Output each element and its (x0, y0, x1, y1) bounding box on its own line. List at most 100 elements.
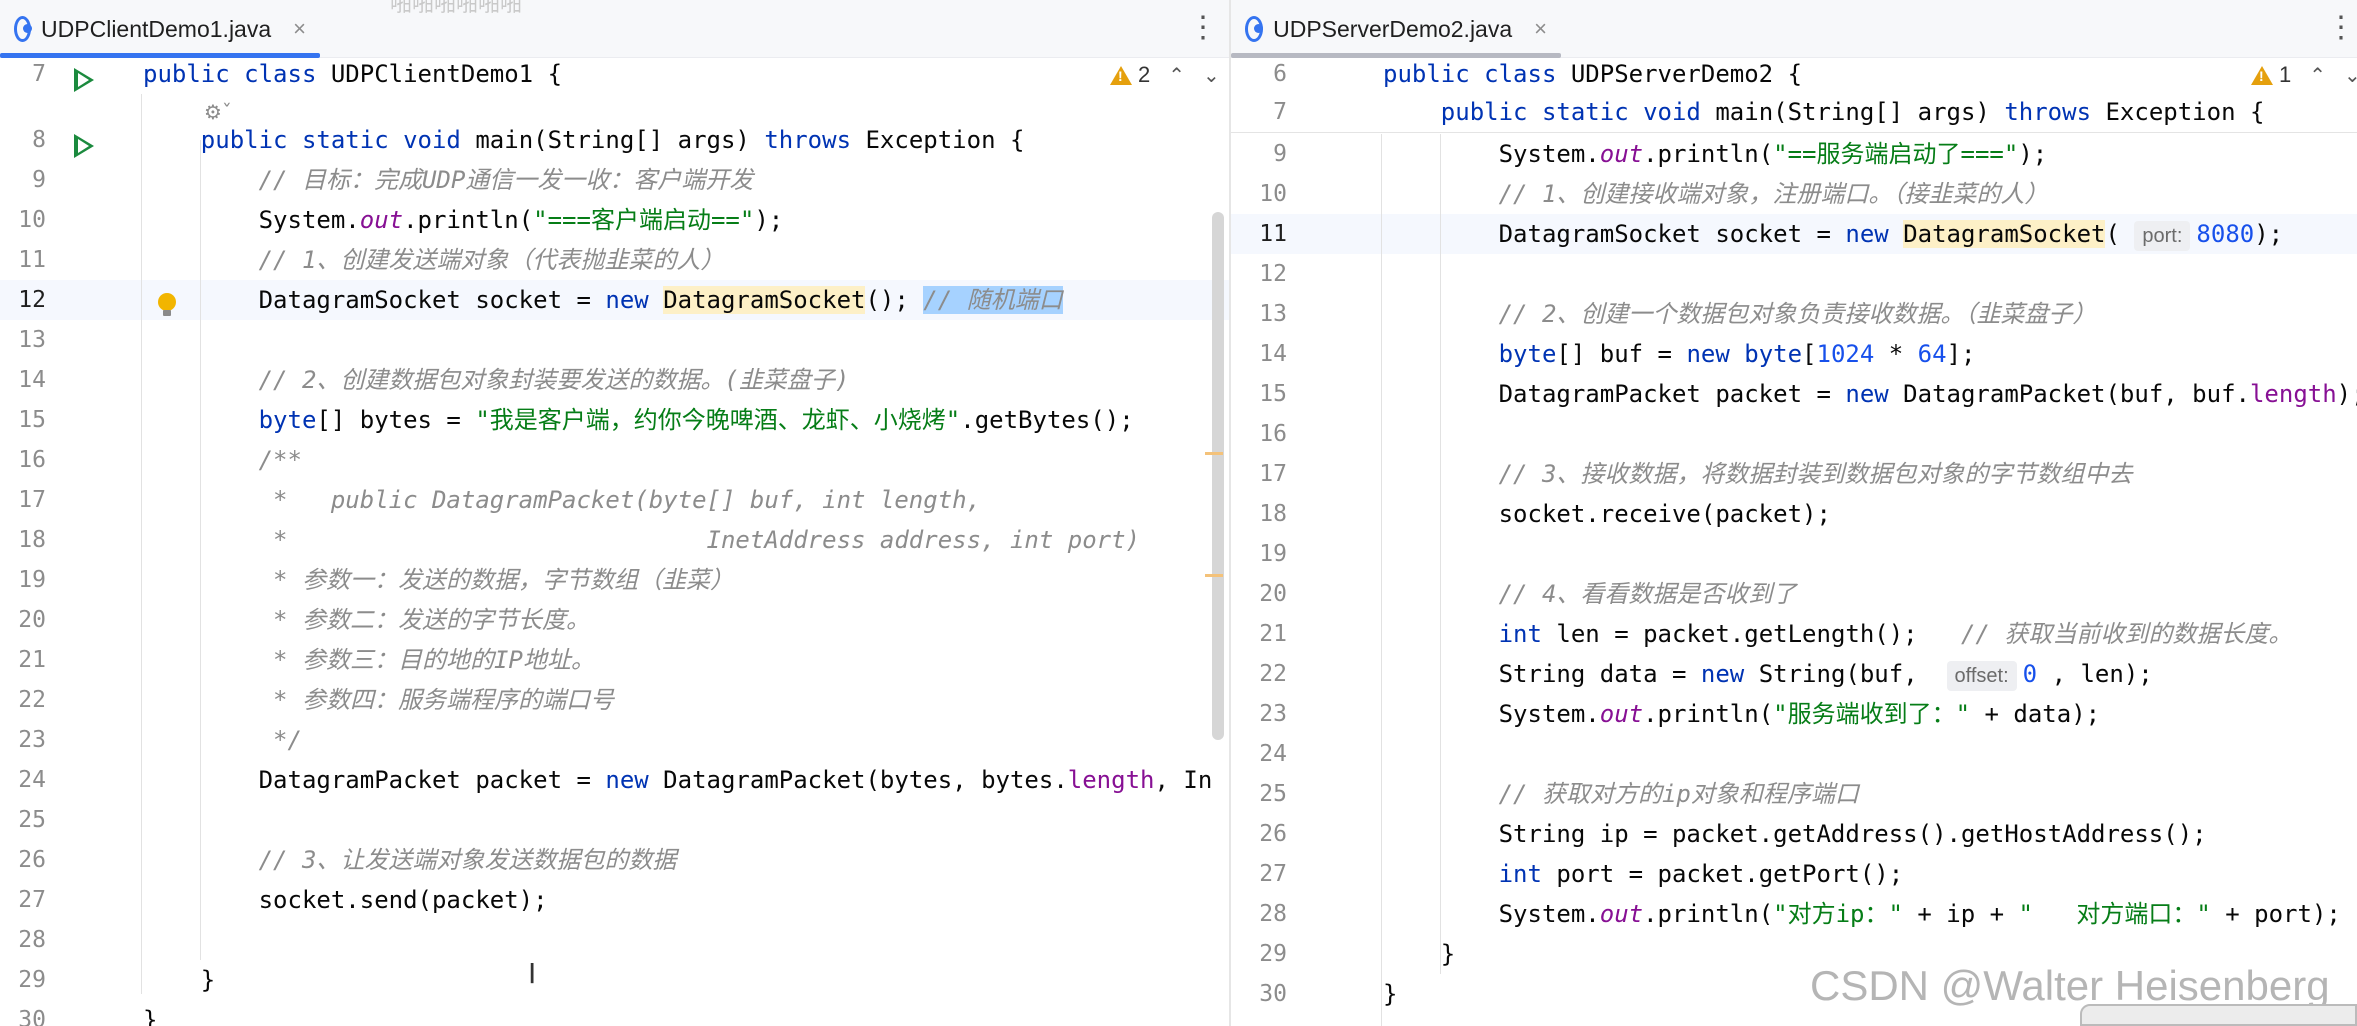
code-line[interactable]: 23 */ (0, 720, 1229, 760)
code-text[interactable]: * public DatagramPacket(byte[] buf, int … (143, 480, 981, 520)
code-line[interactable]: 28 (0, 920, 1229, 960)
code-line[interactable]: 18 * InetAddress address, int port) (0, 520, 1229, 560)
sticky-header-line[interactable]: 7 public static void main(String[] args)… (1231, 92, 2357, 132)
code-line[interactable]: 11 DatagramSocket socket = new DatagramS… (1231, 214, 2357, 254)
code-text[interactable]: // 获取对方的ip对象和程序端口 (1383, 774, 1859, 814)
tab-udpclientdemo1[interactable]: UDPClientDemo1.java × (0, 0, 320, 58)
lightbulb-icon[interactable] (157, 293, 177, 317)
code-line[interactable]: 16 /** (0, 440, 1229, 480)
code-line[interactable]: 24 DatagramPacket packet = new DatagramP… (0, 760, 1229, 800)
code-line[interactable]: 25 // 获取对方的ip对象和程序端口 (1231, 774, 2357, 814)
error-stripe-marker[interactable] (1205, 574, 1223, 577)
code-line[interactable]: 12 DatagramSocket socket = new DatagramS… (0, 280, 1229, 320)
code-text[interactable]: /** (143, 440, 302, 480)
code-text[interactable]: // 3、让发送端对象发送数据包的数据 (143, 840, 677, 880)
code-line[interactable]: 19 * 参数一：发送的数据，字节数组（韭菜） (0, 560, 1229, 600)
code-text[interactable]: byte[] buf = new byte[1024 * 64]; (1383, 334, 1976, 374)
code-text[interactable]: System.out.println("===客户端启动=="); (143, 200, 784, 240)
code-text[interactable]: // 1、创建发送端对象（代表抛韭菜的人） (143, 240, 725, 280)
code-line[interactable]: 8 public static void main(String[] args)… (0, 120, 1229, 160)
code-text[interactable]: // 目标：完成UDP通信一发一收：客户端开发 (143, 160, 754, 200)
code-text[interactable]: System.out.println("服务端收到了：" + data); (1383, 694, 2101, 734)
more-options-icon[interactable]: ⋮ (1188, 8, 1218, 48)
code-line[interactable]: 15 DatagramPacket packet = new DatagramP… (1231, 374, 2357, 414)
ai-assist-icon[interactable]: ⚙ˇ (204, 100, 232, 124)
code-text[interactable]: socket.receive(packet); (1383, 494, 1831, 534)
code-line[interactable]: 20 * 参数二：发送的字节长度。 (0, 600, 1229, 640)
code-text[interactable]: socket.send(packet); (143, 880, 548, 920)
code-line[interactable]: 13 // 2、创建一个数据包对象负责接收数据。（韭菜盘子） (1231, 294, 2357, 334)
code-line[interactable]: 10 System.out.println("===客户端启动=="); (0, 200, 1229, 240)
code-text[interactable]: DatagramPacket packet = new DatagramPack… (1383, 374, 2357, 414)
code-line[interactable]: 26 // 3、让发送端对象发送数据包的数据 (0, 840, 1229, 880)
code-line[interactable]: 9 System.out.println("==服务端启动了==="); (1231, 134, 2357, 174)
code-text[interactable]: public static void main(String[] args) t… (1383, 92, 2265, 132)
close-icon[interactable]: × (293, 16, 306, 42)
code-line[interactable]: 21 int len = packet.getLength(); // 获取当前… (1231, 614, 2357, 654)
code-line[interactable]: 26 String ip = packet.getAddress().getHo… (1231, 814, 2357, 854)
code-text[interactable]: } (143, 960, 215, 1000)
code-text[interactable]: String ip = packet.getAddress().getHostA… (1383, 814, 2207, 854)
run-main-icon[interactable] (74, 134, 94, 158)
code-text[interactable]: DatagramSocket socket = new DatagramSock… (1383, 214, 2283, 254)
code-text[interactable]: * 参数一：发送的数据，字节数组（韭菜） (143, 560, 734, 600)
code-line[interactable]: 11 // 1、创建发送端对象（代表抛韭菜的人） (0, 240, 1229, 280)
code-line[interactable]: 19 (1231, 534, 2357, 574)
code-line[interactable]: 17 // 3、接收数据，将数据封装到数据包对象的字节数组中去 (1231, 454, 2357, 494)
code-text[interactable]: int len = packet.getLength(); // 获取当前收到的… (1383, 614, 2293, 654)
code-text[interactable]: // 1、创建接收端对象，注册端口。（接韭菜的人） (1383, 174, 2049, 214)
code-text[interactable]: * 参数二：发送的字节长度。 (143, 600, 590, 640)
code-text[interactable]: } (143, 1000, 157, 1026)
code-line[interactable]: 25 (0, 800, 1229, 840)
code-line[interactable]: 21 * 参数三：目的地的IP地址。 (0, 640, 1229, 680)
code-text[interactable]: // 2、创建一个数据包对象负责接收数据。（韭菜盘子） (1383, 294, 2097, 334)
sticky-header-line[interactable]: 6 public class UDPServerDemo2 { (1231, 54, 2357, 94)
code-text[interactable]: * 参数三：目的地的IP地址。 (143, 640, 595, 680)
code-text[interactable]: String data = new String(buf, offset: 0 ,… (1383, 654, 2153, 694)
code-line[interactable]: 13 (0, 320, 1229, 360)
code-line[interactable]: 23 System.out.println("服务端收到了：" + data); (1231, 694, 2357, 734)
code-text[interactable]: * 参数四：服务端程序的端口号 (143, 680, 614, 720)
code-line[interactable]: 30} (0, 1000, 1229, 1026)
run-class-icon[interactable] (74, 68, 94, 92)
code-line[interactable]: 27 int port = packet.getPort(); (1231, 854, 2357, 894)
code-line[interactable]: 17 * public DatagramPacket(byte[] buf, i… (0, 480, 1229, 520)
code-text[interactable]: byte[] bytes = "我是客户端，约你今晚啤酒、龙虾、小烧烤".get… (143, 400, 1134, 440)
code-line[interactable]: 27 socket.send(packet); (0, 880, 1229, 920)
code-text[interactable]: // 3、接收数据，将数据封装到数据包对象的字节数组中去 (1383, 454, 2133, 494)
code-text[interactable]: * InetAddress address, int port) (143, 520, 1140, 560)
code-text[interactable]: int port = packet.getPort(); (1383, 854, 1904, 894)
error-stripe-marker[interactable] (1205, 452, 1223, 455)
code-line[interactable]: 18 socket.receive(packet); (1231, 494, 2357, 534)
close-icon[interactable]: × (1534, 16, 1547, 42)
code-area-left[interactable]: 7 public class UDPClientDemo1 {8 public s… (0, 60, 1229, 1026)
code-area-right[interactable]: 6 public class UDPServerDemo2 {7 public s… (1231, 60, 2357, 1026)
code-line[interactable]: 22 * 参数四：服务端程序的端口号 (0, 680, 1229, 720)
tab-udpserverdemo2[interactable]: UDPServerDemo2.java × (1231, 0, 1561, 58)
code-text[interactable]: public class UDPServerDemo2 { (1383, 54, 1802, 94)
code-text[interactable]: System.out.println("对方ip：" + ip + " 对方端口… (1383, 894, 2341, 934)
code-line[interactable]: 7 public class UDPClientDemo1 { (0, 54, 1229, 94)
code-line[interactable]: 14 // 2、创建数据包对象封装要发送的数据。(韭菜盘子) (0, 360, 1229, 400)
code-text[interactable]: */ (143, 720, 302, 760)
code-line[interactable]: 10 // 1、创建接收端对象，注册端口。（接韭菜的人） (1231, 174, 2357, 214)
code-text[interactable]: // 4、看看数据是否收到了 (1383, 574, 1797, 614)
code-text[interactable]: DatagramSocket socket = new DatagramSock… (143, 280, 1063, 320)
code-text[interactable]: } (1383, 934, 1455, 974)
code-line[interactable]: 9 // 目标：完成UDP通信一发一收：客户端开发 (0, 160, 1229, 200)
code-text[interactable]: DatagramPacket packet = new DatagramPack… (143, 760, 1213, 800)
more-options-icon[interactable]: ⋮ (2326, 8, 2356, 48)
code-line[interactable]: 28 System.out.println("对方ip：" + ip + " 对… (1231, 894, 2357, 934)
code-line[interactable]: 20 // 4、看看数据是否收到了 (1231, 574, 2357, 614)
code-text[interactable]: } (1383, 974, 1397, 1014)
code-line[interactable]: 16 (1231, 414, 2357, 454)
code-line[interactable]: 12 (1231, 254, 2357, 294)
code-line[interactable] (0, 94, 1229, 120)
code-text[interactable]: System.out.println("==服务端启动了==="); (1383, 134, 2048, 174)
code-line[interactable]: 14 byte[] buf = new byte[1024 * 64]; (1231, 334, 2357, 374)
code-text[interactable]: public class UDPClientDemo1 { (143, 54, 562, 94)
code-line[interactable]: 24 (1231, 734, 2357, 774)
code-line[interactable]: 22 String data = new String(buf, offset:… (1231, 654, 2357, 694)
code-text[interactable]: // 2、创建数据包对象封装要发送的数据。(韭菜盘子) (143, 360, 850, 400)
code-text[interactable]: public static void main(String[] args) t… (143, 120, 1025, 160)
